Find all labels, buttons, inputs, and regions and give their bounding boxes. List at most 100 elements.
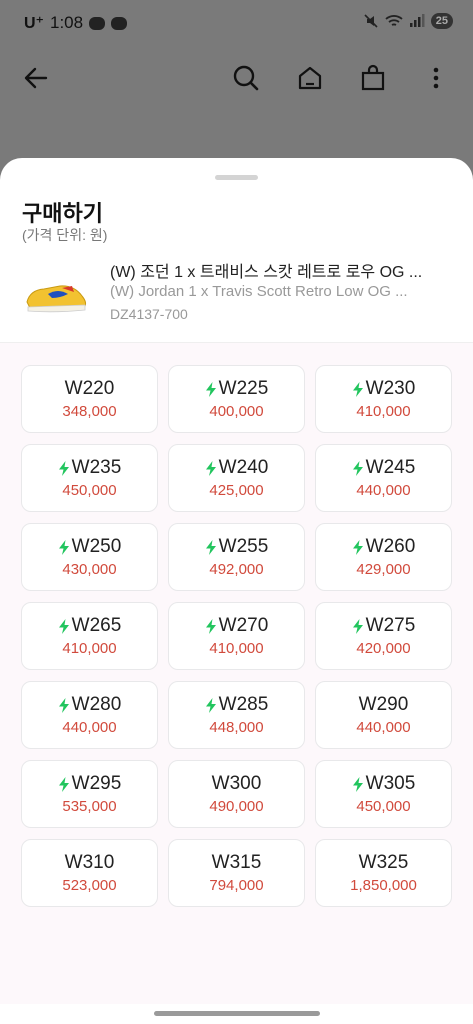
size-price: 492,000 — [209, 561, 264, 578]
lightning-bolt-icon — [352, 618, 363, 634]
size-option-top: W310 — [65, 852, 115, 874]
size-option-top: W225 — [205, 378, 269, 400]
size-label: W235 — [71, 457, 122, 478]
size-option-button[interactable]: W250 430,000 — [21, 523, 158, 591]
size-option-button[interactable]: W220 348,000 — [21, 365, 158, 433]
size-price: 1,850,000 — [350, 877, 417, 894]
status-left: U⁺ 1:08 — [24, 13, 128, 33]
lightning-bolt-icon — [352, 460, 363, 476]
size-option-button[interactable]: W325 1,850,000 — [315, 839, 452, 907]
size-option-button[interactable]: W295 535,000 — [21, 760, 158, 828]
size-option-top: W295 — [58, 773, 121, 795]
size-price: 440,000 — [62, 719, 117, 736]
size-option-top: W280 — [58, 694, 122, 716]
size-option-top: W255 — [205, 536, 269, 558]
home-button[interactable] — [292, 60, 328, 96]
lightning-bolt-icon — [352, 776, 363, 792]
size-option-button[interactable]: W310 523,000 — [21, 839, 158, 907]
size-label: W245 — [365, 457, 416, 478]
product-name-en: (W) Jordan 1 x Travis Scott Retro Low OG… — [110, 283, 408, 300]
home-icon — [298, 66, 322, 90]
wifi-icon — [385, 15, 403, 26]
more-vertical-icon — [433, 67, 439, 89]
size-option-top: W260 — [352, 536, 415, 558]
size-option-button[interactable]: W225 400,000 — [168, 365, 305, 433]
size-option-button[interactable]: W255 492,000 — [168, 523, 305, 591]
home-indicator[interactable] — [154, 1011, 320, 1016]
size-price: 440,000 — [356, 482, 411, 499]
size-label: W315 — [211, 852, 262, 873]
size-label: W220 — [64, 378, 115, 399]
lightning-bolt-icon — [58, 460, 69, 476]
size-label: W305 — [365, 773, 416, 794]
size-option-top: W290 — [359, 694, 409, 716]
size-label: W255 — [218, 536, 269, 557]
product-summary: (W) 조던 1 x 트래비스 스캇 레트로 로우 OG ... (W) Jor… — [0, 254, 473, 342]
size-option-button[interactable]: W245 440,000 — [315, 444, 452, 512]
size-label: W250 — [71, 536, 122, 557]
size-label: W310 — [64, 852, 115, 873]
size-price: 410,000 — [62, 640, 117, 657]
lightning-bolt-icon — [58, 776, 69, 792]
drag-handle[interactable] — [215, 175, 258, 180]
size-option-button[interactable]: W280 440,000 — [21, 681, 158, 749]
size-label: W270 — [218, 615, 269, 636]
size-option-button[interactable]: W235 450,000 — [21, 444, 158, 512]
size-option-button[interactable]: W270 410,000 — [168, 602, 305, 670]
size-price: 440,000 — [356, 719, 411, 736]
size-label: W300 — [211, 773, 262, 794]
size-grid: W220 348,000 W225 400,000 W230 410,000 W235 450… — [21, 365, 452, 907]
size-option-button[interactable]: W265 410,000 — [21, 602, 158, 670]
size-option-top: W220 — [65, 378, 115, 400]
size-option-button[interactable]: W275 420,000 — [315, 602, 452, 670]
size-option-button[interactable]: W240 425,000 — [168, 444, 305, 512]
size-option-button[interactable]: W315 794,000 — [168, 839, 305, 907]
back-button[interactable] — [18, 60, 54, 96]
more-button[interactable] — [418, 60, 454, 96]
size-label: W225 — [218, 378, 269, 399]
search-button[interactable] — [228, 60, 264, 96]
size-option-button[interactable]: W230 410,000 — [315, 365, 452, 433]
lightning-bolt-icon — [58, 697, 69, 713]
status-right: 25 — [363, 13, 453, 29]
size-label: W285 — [218, 694, 269, 715]
size-option-top: W300 — [212, 773, 262, 795]
cart-button[interactable] — [355, 60, 391, 96]
sheet-title: 구매하기 — [22, 201, 103, 226]
size-option-button[interactable]: W305 450,000 — [315, 760, 452, 828]
lightning-bolt-icon — [205, 460, 216, 476]
size-label: W290 — [358, 694, 409, 715]
size-price: 425,000 — [209, 482, 264, 499]
size-label: W280 — [71, 694, 122, 715]
back-arrow-icon — [24, 67, 48, 89]
size-option-button[interactable]: W300 490,000 — [168, 760, 305, 828]
lightning-bolt-icon — [205, 539, 216, 555]
size-price: 450,000 — [356, 798, 411, 815]
size-price: 400,000 — [209, 403, 264, 420]
size-price: 523,000 — [62, 877, 117, 894]
size-option-top: W285 — [205, 694, 269, 716]
price-unit-note: (가격 단위: 원) — [22, 227, 108, 243]
size-price: 429,000 — [356, 561, 411, 578]
size-option-top: W235 — [58, 457, 122, 479]
size-option-top: W315 — [212, 852, 262, 874]
size-option-top: W245 — [352, 457, 416, 479]
lightning-bolt-icon — [352, 381, 363, 397]
size-option-button[interactable]: W290 440,000 — [315, 681, 452, 749]
lightning-bolt-icon — [205, 697, 216, 713]
search-icon — [233, 65, 259, 91]
chat-notification-icon — [89, 16, 106, 30]
size-label: W240 — [218, 457, 269, 478]
clock: 1:08 — [50, 13, 84, 32]
size-price: 448,000 — [209, 719, 264, 736]
purchase-bottom-sheet: 구매하기 (가격 단위: 원) (W) 조던 1 x 트래비스 스캇 레트로 로… — [0, 158, 473, 1024]
size-price: 450,000 — [62, 482, 117, 499]
lightning-bolt-icon — [205, 618, 216, 634]
size-option-button[interactable]: W260 429,000 — [315, 523, 452, 591]
size-grid-area: W220 348,000 W225 400,000 W230 410,000 W235 450… — [0, 343, 473, 1004]
battery-indicator: 25 — [430, 13, 453, 29]
size-price: 794,000 — [209, 877, 264, 894]
size-option-button[interactable]: W285 448,000 — [168, 681, 305, 749]
size-option-top: W230 — [352, 378, 415, 400]
size-price: 420,000 — [356, 640, 411, 657]
